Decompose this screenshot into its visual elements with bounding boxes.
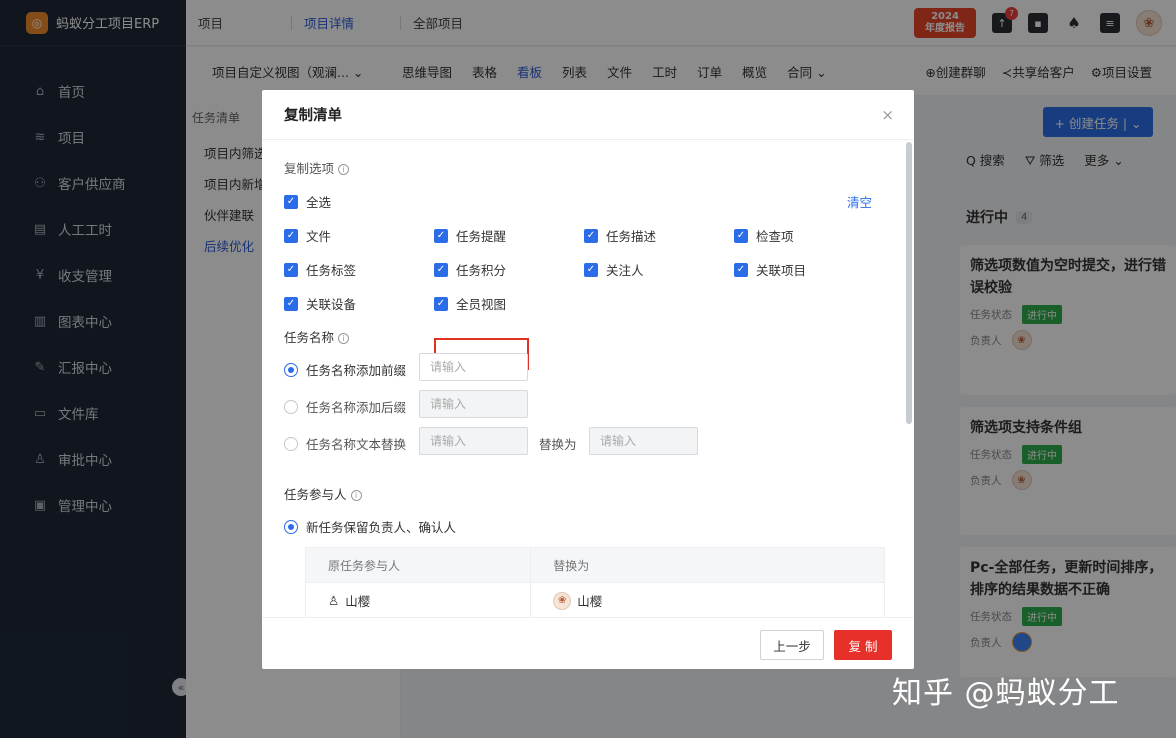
radio-selected-icon <box>284 362 298 377</box>
copy-options-text: 复制选项 <box>284 161 335 176</box>
name-suffix-radio[interactable]: 任务名称添加后缀 <box>284 397 406 416</box>
checkbox-checked-icon: ✓ <box>434 228 448 243</box>
checkbox-checked-icon: ✓ <box>284 228 298 243</box>
name-replace-radio[interactable]: 任务名称文本替换 <box>284 434 406 453</box>
dialog-footer: 上一步 复 制 <box>262 617 914 669</box>
option-checkbox[interactable]: ✓ 关联项目 <box>734 260 806 279</box>
header-replacement: 替换为 <box>553 558 590 573</box>
prefix-input[interactable]: 请输入 <box>419 353 528 381</box>
dialog-scrollbar[interactable] <box>906 142 912 424</box>
checkbox-checked-icon: ✓ <box>434 262 448 277</box>
suffix-input[interactable]: 请输入 <box>419 390 528 418</box>
replacement-name: 山樱 <box>577 594 603 609</box>
radio-label: 任务名称文本替换 <box>306 437 407 452</box>
checkbox-checked-icon: ✓ <box>284 296 298 311</box>
option-label: 文件 <box>306 229 332 244</box>
participants-label: 任务参与人 i <box>284 484 362 503</box>
select-all-checkbox[interactable]: ✓ 全选 <box>284 192 331 211</box>
watermark: 知乎 @蚂蚁分工 <box>892 676 1120 711</box>
copy-options-label: 复制选项 i <box>284 158 350 177</box>
checkbox-checked-icon: ✓ <box>734 228 748 243</box>
clear-link[interactable]: 清空 <box>847 192 872 211</box>
task-name-text: 任务名称 <box>284 330 335 345</box>
original-name: 山樱 <box>345 594 371 609</box>
participants-text: 任务参与人 <box>284 487 347 502</box>
replace-with-label: 替换为 <box>539 437 577 452</box>
previous-step-button[interactable]: 上一步 <box>760 630 824 660</box>
option-label: 关联设备 <box>306 297 357 312</box>
copy-button[interactable]: 复 制 <box>834 630 892 660</box>
option-checkbox[interactable]: ✓ 文件 <box>284 226 331 245</box>
option-label: 任务积分 <box>456 263 507 278</box>
table-row[interactable]: ♙ 山樱 ❀ 山樱 <box>305 583 885 617</box>
info-icon: i <box>338 333 350 344</box>
radio-label: 新任务保留负责人、确认人 <box>306 520 457 535</box>
table-header: 原任务参与人 替换为 <box>305 547 885 583</box>
participants-table: 原任务参与人 替换为 ♙ 山樱 ❀ 山樱 <box>305 547 885 617</box>
dialog-title: 复制清单 <box>262 90 914 140</box>
radio-selected-icon <box>284 519 298 534</box>
checkbox-checked-icon: ✓ <box>284 194 298 209</box>
replacement-participant[interactable]: ❀ 山樱 <box>531 583 884 617</box>
replace-target-input[interactable]: 请输入 <box>589 427 698 455</box>
option-checkbox[interactable]: ✓ 任务提醒 <box>434 226 506 245</box>
option-checkbox[interactable]: ✓ 任务积分 <box>434 260 506 279</box>
option-label: 任务标签 <box>306 263 357 278</box>
radio-icon <box>284 436 298 451</box>
option-label: 任务描述 <box>606 229 657 244</box>
option-checkbox[interactable]: ✓ 关注人 <box>584 260 644 279</box>
radio-icon <box>284 399 298 414</box>
original-participant: ♙ 山樱 <box>306 583 532 617</box>
radio-label: 任务名称添加后缀 <box>306 400 407 415</box>
task-name-label: 任务名称 i <box>284 327 350 346</box>
checkbox-checked-icon: ✓ <box>584 262 598 277</box>
checkbox-checked-icon: ✓ <box>584 228 598 243</box>
select-all-label: 全选 <box>306 195 332 210</box>
name-prefix-radio[interactable]: 任务名称添加前缀 <box>284 360 406 379</box>
header-original: 原任务参与人 <box>306 548 532 582</box>
dialog-body: 复制选项 i ✓ 全选 清空 ✓ 文件 ✓ 任务提醒 ✓ 任务描述 ✓ 检查项 ✓ 任务标签 ✓ 任务积分… <box>262 141 902 617</box>
option-checkbox[interactable]: ✓ 任务标签 <box>284 260 356 279</box>
info-icon: i <box>350 490 362 501</box>
option-checkbox[interactable]: ✓ 任务描述 <box>584 226 656 245</box>
user-icon: ♙ <box>328 593 340 608</box>
checkbox-checked-icon: ✓ <box>284 262 298 277</box>
option-label: 任务提醒 <box>456 229 507 244</box>
option-label: 关注人 <box>606 263 644 278</box>
close-icon[interactable]: × <box>881 106 894 124</box>
checkbox-checked-icon: ✓ <box>434 296 448 311</box>
replacement-avatar: ❀ <box>553 591 572 610</box>
option-checkbox[interactable]: ✓ 关联设备 <box>284 294 356 313</box>
info-icon: i <box>338 164 350 175</box>
option-checkbox[interactable]: ✓ 检查项 <box>734 226 794 245</box>
checkbox-checked-icon: ✓ <box>734 262 748 277</box>
option-label: 关联项目 <box>756 263 807 278</box>
option-label: 全员视图 <box>456 297 507 312</box>
option-checkbox[interactable]: ✓ 全员视图 <box>434 294 506 313</box>
keep-owner-radio[interactable]: 新任务保留负责人、确认人 <box>284 517 456 536</box>
replace-source-input[interactable]: 请输入 <box>419 427 528 455</box>
radio-label: 任务名称添加前缀 <box>306 363 407 378</box>
option-label: 检查项 <box>756 229 794 244</box>
copy-list-dialog: 复制清单 × 复制选项 i ✓ 全选 清空 ✓ 文件 ✓ 任务提醒 ✓ 任务描述 ✓ 检查项 ✓ 任务… <box>262 90 914 669</box>
